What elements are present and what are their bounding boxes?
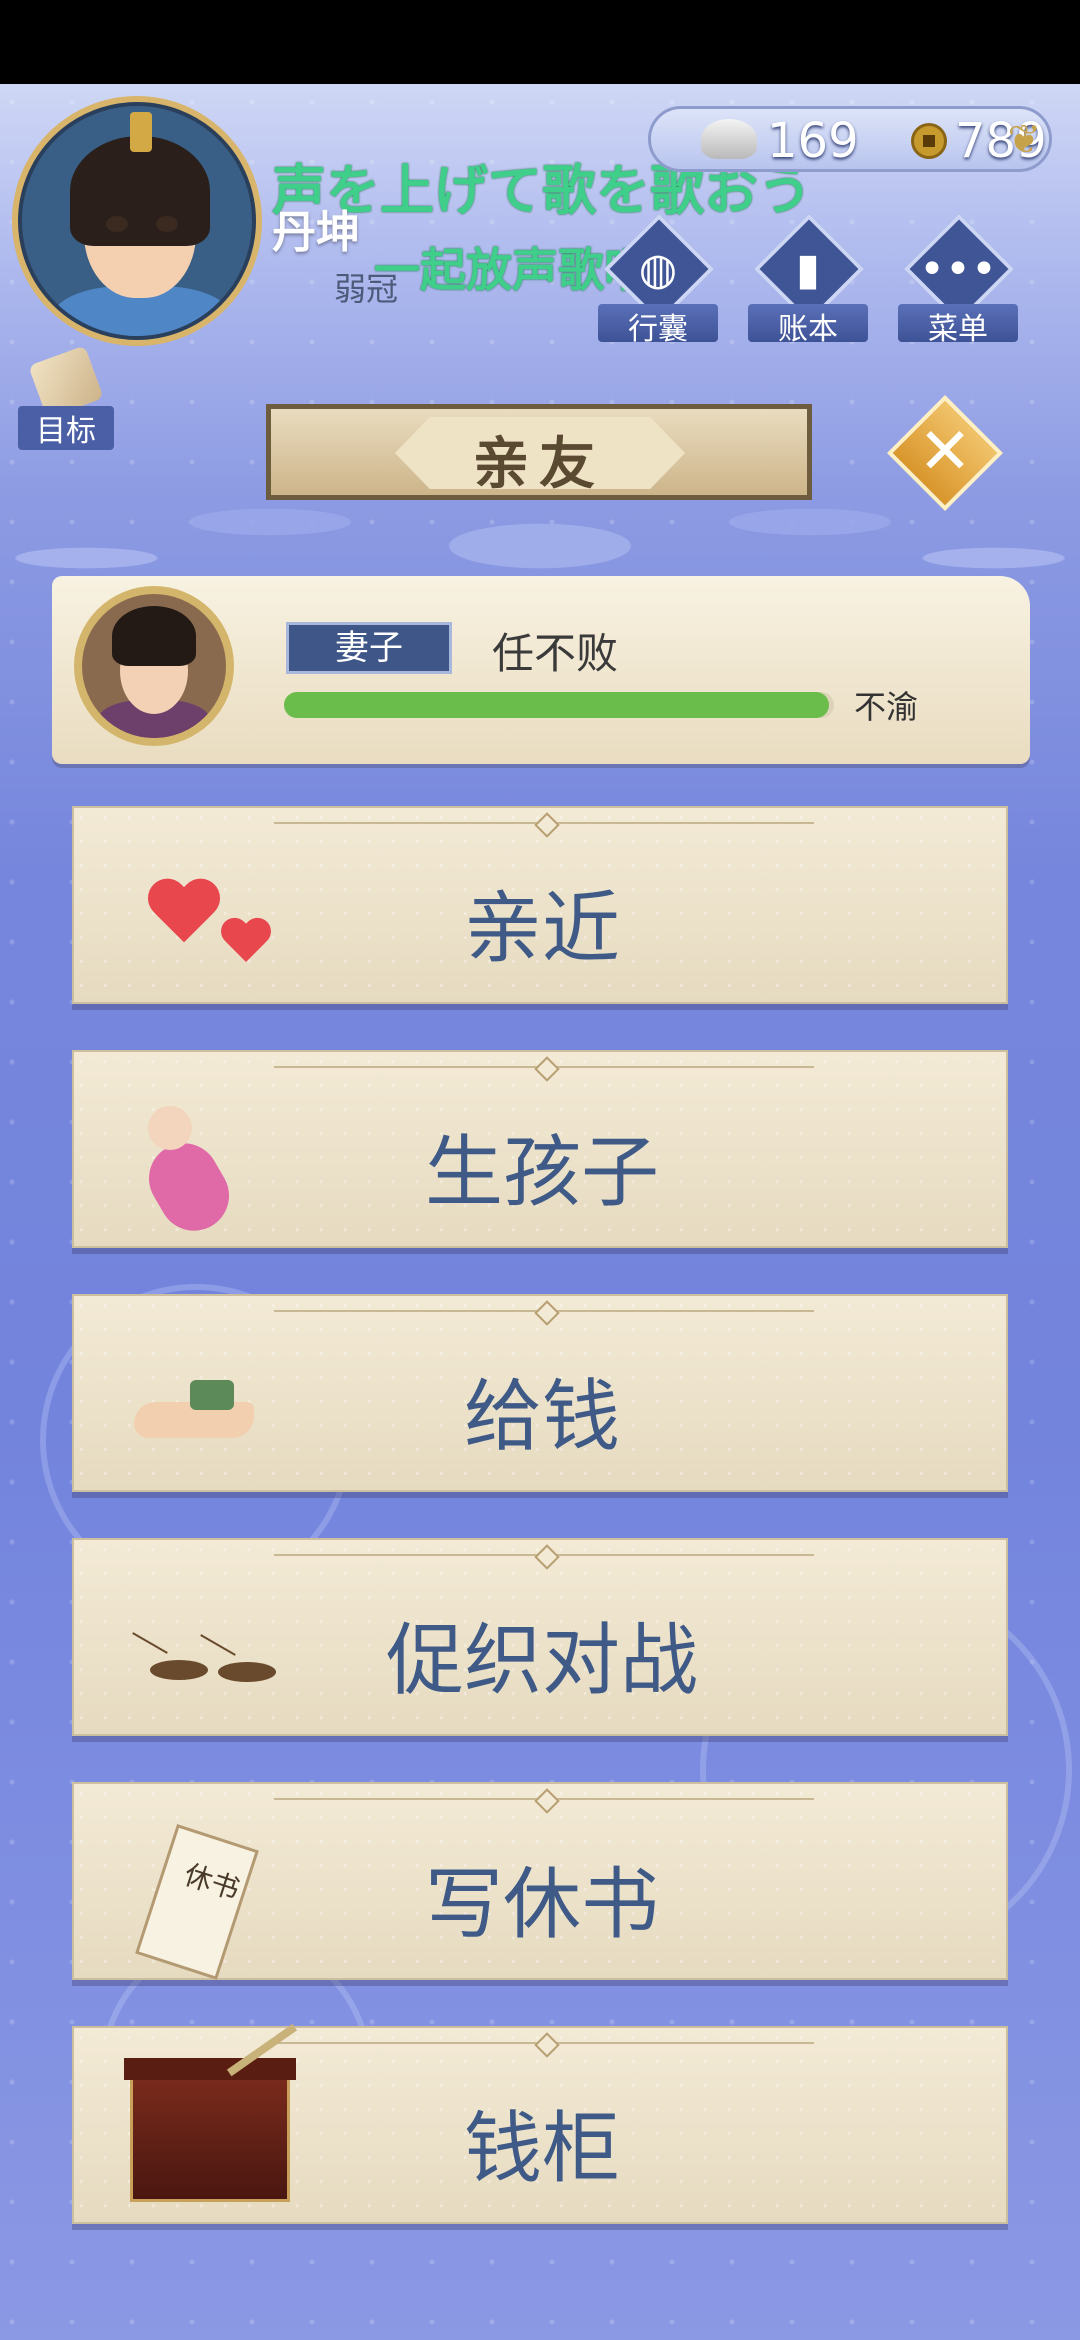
ledger-button[interactable]: ▮ 账本 bbox=[748, 213, 868, 347]
bag-button[interactable]: ◍ 行囊 bbox=[598, 213, 718, 347]
action-give-money-button[interactable]: 给钱 bbox=[72, 1294, 1008, 1492]
menu-button[interactable]: ••• 菜单 bbox=[898, 213, 1018, 347]
action-intimate-button[interactable]: 亲近 bbox=[72, 806, 1008, 1004]
action-label: 亲近 bbox=[463, 884, 620, 974]
silver-ingot-icon bbox=[701, 119, 757, 159]
action-money-chest-button[interactable]: 钱柜 bbox=[72, 2023, 1008, 2224]
action-cricket-fight-button[interactable]: 促织对战 bbox=[72, 1538, 1008, 1736]
action-label: 钱柜 bbox=[463, 2104, 620, 2194]
action-label: 生孩子 bbox=[424, 1128, 659, 1218]
mood-label: 不渝 bbox=[854, 688, 919, 726]
panel-title: 亲友 bbox=[473, 432, 605, 497]
bamboo-icon: ❦ bbox=[1007, 117, 1041, 163]
mood-bar-fill bbox=[284, 692, 829, 718]
spouse-avatar bbox=[74, 586, 234, 746]
close-icon[interactable]: ✕ bbox=[904, 404, 986, 500]
bag-icon: ◍ bbox=[638, 244, 678, 295]
panel-title-plate: 亲友 bbox=[266, 404, 812, 500]
player-avatar[interactable] bbox=[12, 96, 262, 346]
target-button[interactable]: 目标 bbox=[18, 345, 114, 450]
ledger-icon: ▮ bbox=[795, 244, 821, 295]
action-have-child-button[interactable]: 生孩子 bbox=[72, 1050, 1008, 1248]
action-divorce-letter-button[interactable]: 休书 写休书 bbox=[72, 1782, 1008, 1980]
bag-label: 行囊 bbox=[598, 304, 718, 347]
status-bar bbox=[0, 0, 1080, 84]
action-label: 写休书 bbox=[424, 1860, 659, 1950]
mood-bar bbox=[284, 692, 834, 718]
spouse-name: 任不败 bbox=[492, 629, 619, 678]
currency-bar: 169 789 ❦ bbox=[648, 106, 1052, 172]
menu-label: 菜单 bbox=[898, 304, 1018, 347]
action-label: 促织对战 bbox=[385, 1616, 698, 1706]
action-label: 给钱 bbox=[463, 1372, 620, 1462]
ledger-label: 账本 bbox=[748, 304, 868, 347]
more-icon: ••• bbox=[919, 244, 997, 295]
target-label: 目标 bbox=[18, 406, 114, 450]
relation-role-badge: 妻子 bbox=[286, 622, 452, 674]
copper-coin-icon bbox=[911, 123, 947, 159]
silver-value: 169 bbox=[767, 113, 859, 169]
player-name: 丹坤 bbox=[272, 207, 360, 258]
